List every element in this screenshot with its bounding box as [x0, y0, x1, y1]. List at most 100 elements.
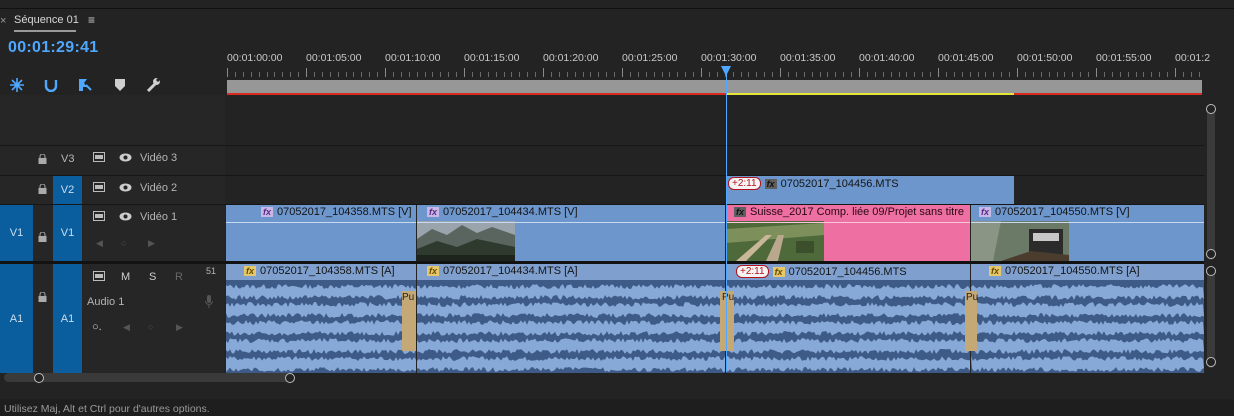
wrench-icon[interactable] — [144, 76, 162, 94]
ruler-tick — [1001, 72, 1003, 77]
track-target-v2[interactable]: V2 — [53, 176, 82, 204]
sequence-tab-title[interactable]: Séquence 01 — [14, 14, 79, 26]
previous-keyframe-icon[interactable]: ◀ — [123, 322, 130, 333]
scrollbar-handle-right[interactable] — [285, 373, 295, 383]
audio-clip-a1-104550[interactable]: fx 07052017_104550.MTS [A] — [971, 264, 1204, 373]
fx-badge-icon: fx — [734, 207, 747, 217]
ruler-tick — [582, 72, 584, 77]
audio-clip-a1-104456[interactable]: +2:11 fx 07052017_104456.MTS — [726, 264, 970, 373]
ruler-tick — [1111, 72, 1113, 77]
ruler-tick — [843, 72, 845, 77]
ruler-tick — [795, 72, 797, 77]
audio-transition[interactable]: Pu — [402, 291, 416, 351]
sync-lock-icon[interactable] — [93, 182, 105, 195]
scrollbar-handle-left[interactable] — [34, 373, 44, 383]
source-patch-v1[interactable]: V1 — [0, 205, 33, 261]
mute-button[interactable]: M — [121, 271, 130, 283]
ruler-tick — [677, 72, 679, 77]
lock-icon[interactable] — [38, 183, 47, 197]
playhead-line[interactable] — [726, 69, 727, 372]
ruler-tick — [772, 72, 774, 77]
ruler-tick — [400, 72, 402, 77]
ruler-label: 00:01:25:00 — [622, 52, 678, 64]
ruler-tick — [258, 72, 260, 77]
ruler-tick — [1119, 72, 1121, 77]
time-ruler[interactable]: 00:01:00:00 00:01:05:00 00:01:10:00 00:0… — [227, 36, 1210, 80]
linked-selection-icon[interactable] — [42, 76, 60, 94]
opacity-line — [726, 222, 970, 223]
ruler-tick — [780, 68, 781, 77]
lock-icon[interactable] — [38, 153, 47, 167]
audio-clip-a1-104358[interactable]: fx 07052017_104358.MTS [A] — [226, 264, 416, 373]
clip-v1-nested-sequence[interactable]: fx Suisse_2017 Comp. liée 09/Projet sans… — [726, 205, 970, 261]
duration-badge: +2:11 — [736, 265, 769, 278]
playhead-timecode[interactable]: 00:01:29:41 — [8, 39, 98, 57]
clip-v1-104358[interactable]: fx 07052017_104358.MTS [V] — [226, 205, 416, 261]
scrollbar-handle-bottom[interactable] — [1206, 357, 1216, 367]
eye-icon[interactable] — [119, 153, 132, 165]
ruler-tick — [1040, 72, 1042, 77]
audio-transition[interactable]: Pu — [720, 291, 734, 351]
next-keyframe-icon[interactable]: ▶ — [176, 322, 183, 333]
video-vertical-scrollbar[interactable] — [1207, 105, 1215, 260]
track-target-a1[interactable]: A1 — [53, 264, 82, 373]
sync-lock-icon[interactable] — [93, 152, 105, 165]
eye-icon[interactable] — [119, 212, 132, 224]
ruler-label: 00:01:50:00 — [1017, 52, 1073, 64]
previous-keyframe-icon[interactable]: ◀ — [96, 238, 103, 249]
ruler-tick — [890, 72, 892, 77]
scrollbar-handle-bottom[interactable] — [1206, 249, 1216, 259]
ruler-tick — [1056, 72, 1058, 77]
playhead-handle[interactable] — [721, 66, 731, 76]
audio-transition[interactable]: Pu — [965, 291, 978, 351]
ruler-tick — [1080, 72, 1082, 77]
next-keyframe-icon[interactable]: ▶ — [148, 238, 155, 249]
audio-clip-a1-104434[interactable]: fx 07052017_104434.MTS [A] — [417, 264, 725, 373]
sync-lock-icon[interactable] — [93, 271, 105, 284]
keyframe-toggle-icon[interactable]: ○. — [92, 321, 102, 333]
clip-v2-104456[interactable]: +2:11 fx 07052017_104456.MTS — [726, 176, 1014, 204]
microphone-icon[interactable] — [205, 295, 213, 311]
status-message: Utilisez Maj, Alt et Ctrl pour d'autres … — [4, 403, 210, 415]
clip-name: 07052017_104456.MTS — [780, 177, 899, 190]
clip-v1-104434[interactable]: fx 07052017_104434.MTS [V] — [417, 205, 725, 261]
clip-v1-104550[interactable]: fx 07052017_104550.MTS [V] — [971, 205, 1204, 261]
work-area-bar[interactable] — [227, 80, 1202, 93]
lock-icon[interactable] — [38, 231, 47, 245]
ruler-tick — [1072, 72, 1074, 77]
fx-badge-icon: fx — [989, 266, 1002, 276]
horizontal-zoom-scrollbar[interactable] — [4, 373, 292, 382]
track-label-v3[interactable]: V3 — [61, 153, 74, 165]
audio-vertical-scrollbar[interactable] — [1207, 268, 1215, 368]
ruler-tick — [614, 72, 616, 77]
ruler-tick — [487, 72, 489, 77]
lock-icon[interactable] — [38, 291, 47, 305]
fx-badge-icon: fx — [979, 207, 992, 217]
add-marker-icon[interactable] — [76, 76, 94, 94]
ruler-tick — [835, 72, 837, 77]
ruler-tick — [456, 72, 458, 77]
eye-icon[interactable] — [119, 183, 132, 195]
ruler-label: 00:01:30:00 — [701, 52, 757, 64]
ruler-tick — [622, 68, 623, 77]
ruler-tick — [424, 72, 426, 77]
track-target-v1[interactable]: V1 — [53, 205, 82, 261]
panel-menu-icon[interactable]: ≡ — [88, 13, 95, 27]
scrollbar-handle-top[interactable] — [1206, 104, 1216, 114]
fx-badge-icon: fx — [427, 207, 440, 217]
add-keyframe-icon[interactable]: ○ — [148, 322, 153, 332]
marker-icon[interactable] — [111, 76, 129, 94]
sync-lock-icon[interactable] — [93, 211, 105, 224]
ruler-tick — [535, 72, 537, 77]
ruler-tick — [566, 72, 568, 77]
clip-name: Suisse_2017 Comp. liée 09/Projet sans ti… — [750, 206, 965, 218]
close-tab-icon[interactable]: × — [0, 15, 6, 27]
solo-button[interactable]: S — [149, 271, 156, 283]
track-name-a1: Audio 1 — [87, 296, 125, 308]
record-button[interactable]: R — [175, 271, 183, 283]
scrollbar-handle-top[interactable] — [1206, 266, 1216, 276]
snap-icon[interactable] — [8, 76, 26, 94]
source-patch-a1[interactable]: A1 — [0, 264, 33, 373]
ruler-tick — [369, 72, 371, 77]
add-keyframe-icon[interactable]: ○ — [121, 238, 126, 248]
